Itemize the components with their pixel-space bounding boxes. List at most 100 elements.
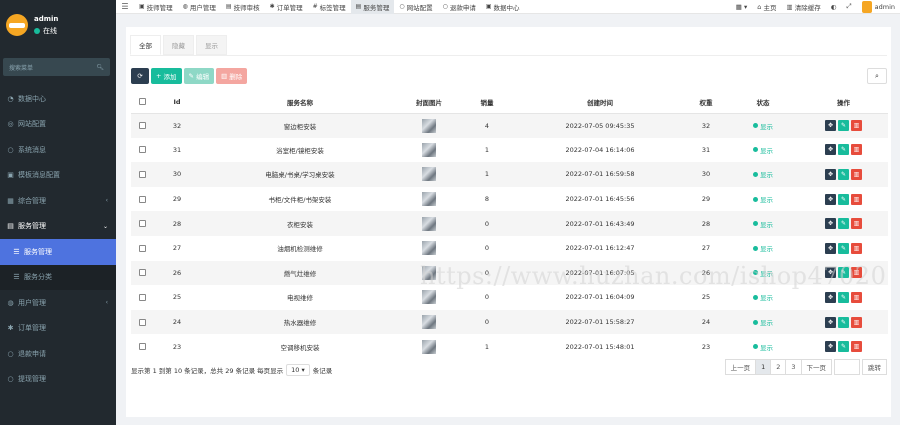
page-3-button[interactable]: 3 bbox=[785, 359, 802, 375]
table-row[interactable]: 31 浴室柜/镜柜安装 1 2022-07-04 16:14:06 31 显示 ✥ ✎ ▥ bbox=[131, 138, 888, 163]
tab-all[interactable]: 全部 bbox=[130, 35, 161, 55]
add-button[interactable]: + 添加 bbox=[151, 68, 182, 84]
sidebar-item-refunds[interactable]: ○ 退款申请 bbox=[0, 341, 116, 367]
jump-page-input[interactable] bbox=[834, 359, 860, 375]
nav-tab-refunds[interactable]: ○ 退款申请 bbox=[438, 0, 481, 14]
row-delete-button[interactable]: ▥ bbox=[851, 193, 862, 205]
nav-tab-site-config[interactable]: ○ 网站配置 bbox=[394, 0, 437, 14]
nav-tab-technician-audit[interactable]: ▤ 技师审核 bbox=[221, 0, 265, 14]
row-edit-button[interactable]: ✎ bbox=[838, 267, 849, 279]
home-link[interactable]: ⌂ 主页 bbox=[752, 2, 781, 12]
status-badge[interactable]: 显示 bbox=[753, 194, 773, 204]
drag-sort-button[interactable]: ✥ bbox=[825, 267, 836, 279]
cover-image[interactable] bbox=[422, 142, 436, 157]
row-delete-button[interactable]: ▥ bbox=[851, 242, 862, 254]
nav-tab-technicians[interactable]: ▣ 技师管理 bbox=[134, 0, 178, 14]
status-badge[interactable]: 显示 bbox=[753, 219, 773, 229]
sidebar-item-template-messages[interactable]: ▣ 模板消息配置 bbox=[0, 163, 116, 189]
row-edit-button[interactable]: ✎ bbox=[838, 341, 849, 353]
more-tabs-dropdown[interactable]: ▦ ▾ bbox=[731, 3, 753, 11]
drag-sort-button[interactable]: ✥ bbox=[825, 193, 836, 205]
nav-tab-orders[interactable]: ✱ 订单管理 bbox=[265, 0, 308, 14]
nav-tab-services[interactable]: ▤ 服务管理 bbox=[350, 0, 395, 14]
page-2-button[interactable]: 2 bbox=[770, 359, 787, 375]
row-delete-button[interactable]: ▥ bbox=[851, 120, 862, 132]
drag-sort-button[interactable]: ✥ bbox=[825, 242, 836, 254]
next-page-button[interactable]: 下一页 bbox=[800, 359, 832, 375]
table-row[interactable]: 32 窗边柜安装 4 2022-07-05 09:45:35 32 显示 ✥ ✎ ▥ bbox=[131, 113, 888, 138]
nav-tab-tags[interactable]: # 标签管理 bbox=[308, 0, 351, 14]
table-row[interactable]: 23 空调移机安装 1 2022-07-01 15:48:01 23 显示 ✥ ✎ ▥ bbox=[131, 334, 888, 359]
toggle-theme-button[interactable]: ◐ bbox=[826, 3, 842, 11]
sidebar-item-withdrawals[interactable]: ○ 提现管理 bbox=[0, 367, 116, 393]
row-edit-button[interactable]: ✎ bbox=[838, 144, 849, 156]
table-row[interactable]: 27 油烟机检测维修 0 2022-07-01 16:12:47 27 显示 ✥ ✎ ▥ bbox=[131, 236, 888, 261]
table-row[interactable]: 28 衣柜安装 0 2022-07-01 16:43:49 28 显示 ✥ ✎ ▥ bbox=[131, 211, 888, 236]
table-row[interactable]: 24 热水器维修 0 2022-07-01 15:58:27 24 显示 ✥ ✎ ▥ bbox=[131, 309, 888, 335]
status-badge[interactable]: 显示 bbox=[753, 243, 773, 253]
drag-sort-button[interactable]: ✥ bbox=[825, 341, 836, 353]
sidebar-item-general[interactable]: ▦ 综合管理 ‹ bbox=[0, 188, 116, 214]
row-delete-button[interactable]: ▥ bbox=[851, 168, 862, 180]
cover-image[interactable] bbox=[422, 265, 436, 280]
drag-sort-button[interactable]: ✥ bbox=[825, 218, 836, 230]
jump-button[interactable]: 跳转 bbox=[862, 359, 887, 375]
page-1-button[interactable]: 1 bbox=[755, 359, 772, 375]
drag-sort-button[interactable]: ✥ bbox=[825, 120, 836, 132]
row-delete-button[interactable]: ▥ bbox=[851, 291, 862, 303]
sidebar-item-dashboard[interactable]: ◔ 数据中心 bbox=[0, 86, 116, 112]
cover-image[interactable] bbox=[422, 192, 436, 207]
row-checkbox[interactable] bbox=[138, 122, 146, 130]
table-search-button[interactable]: ⌕ bbox=[867, 68, 887, 84]
row-checkbox[interactable] bbox=[138, 269, 146, 277]
row-delete-button[interactable]: ▥ bbox=[851, 218, 862, 230]
table-row[interactable]: 25 电视维修 0 2022-07-01 16:04:09 25 显示 ✥ ✎ ▥ bbox=[131, 285, 888, 310]
row-checkbox[interactable] bbox=[138, 170, 146, 178]
drag-sort-button[interactable]: ✥ bbox=[825, 168, 836, 180]
table-row[interactable]: 29 书柜/文件柜/书架安装 8 2022-07-01 16:45:56 29 显示 ✥ ✎ ▥ bbox=[131, 187, 888, 212]
sidebar-item-system-messages[interactable]: ○ 系统消息 bbox=[0, 137, 116, 163]
nav-tab-dashboard[interactable]: ▣ 数据中心 bbox=[481, 0, 525, 14]
row-delete-button[interactable]: ▥ bbox=[851, 144, 862, 156]
row-checkbox[interactable] bbox=[138, 146, 146, 154]
delete-button[interactable]: ▥ 删除 bbox=[216, 68, 248, 84]
nav-tab-users[interactable]: ◍ 用户管理 bbox=[178, 0, 221, 14]
select-all-checkbox[interactable] bbox=[138, 98, 146, 106]
menu-toggle-icon[interactable]: ☰ bbox=[116, 2, 134, 11]
row-edit-button[interactable]: ✎ bbox=[838, 120, 849, 132]
cover-image[interactable] bbox=[422, 118, 436, 133]
row-checkbox[interactable] bbox=[138, 195, 146, 203]
row-edit-button[interactable]: ✎ bbox=[838, 193, 849, 205]
cover-image[interactable] bbox=[422, 315, 436, 330]
row-checkbox[interactable] bbox=[138, 244, 146, 252]
row-checkbox[interactable] bbox=[138, 293, 146, 301]
status-badge[interactable]: 显示 bbox=[753, 342, 773, 352]
drag-sort-button[interactable]: ✥ bbox=[825, 144, 836, 156]
sidebar-item-orders[interactable]: ✱ 订单管理 bbox=[0, 316, 116, 342]
sidebar-subitem-service-category[interactable]: ☰ 服务分类 bbox=[0, 264, 116, 290]
row-edit-button[interactable]: ✎ bbox=[838, 291, 849, 303]
sidebar-item-site-config[interactable]: ◎ 网站配置 bbox=[0, 112, 116, 138]
cover-image[interactable] bbox=[422, 290, 436, 305]
sidebar-search-input[interactable]: 搜索菜单 🔍︎ bbox=[3, 58, 110, 76]
row-checkbox[interactable] bbox=[138, 220, 146, 228]
edit-button[interactable]: ✎ 编辑 bbox=[183, 68, 215, 84]
row-edit-button[interactable]: ✎ bbox=[838, 218, 849, 230]
row-edit-button[interactable]: ✎ bbox=[838, 316, 849, 328]
row-delete-button[interactable]: ▥ bbox=[851, 267, 862, 279]
status-badge[interactable]: 显示 bbox=[753, 121, 773, 131]
cover-image[interactable] bbox=[422, 241, 436, 256]
cover-image[interactable] bbox=[422, 339, 436, 354]
page-size-select[interactable]: 10 ▾ bbox=[286, 364, 310, 376]
status-badge[interactable]: 显示 bbox=[753, 145, 773, 155]
status-badge[interactable]: 显示 bbox=[753, 268, 773, 278]
admin-menu[interactable]: admin bbox=[857, 0, 900, 13]
drag-sort-button[interactable]: ✥ bbox=[825, 291, 836, 303]
row-delete-button[interactable]: ▥ bbox=[851, 341, 862, 353]
avatar[interactable] bbox=[6, 14, 28, 36]
sidebar-item-service-management[interactable]: ▤ 服务管理 ⌄ bbox=[0, 214, 116, 240]
prev-page-button[interactable]: 上一页 bbox=[724, 359, 757, 375]
table-row[interactable]: 26 燃气灶维修 0 2022-07-01 16:07:05 26 显示 ✥ ✎ ▥ bbox=[131, 260, 888, 286]
column-header-id[interactable]: Id bbox=[153, 91, 201, 114]
row-delete-button[interactable]: ▥ bbox=[851, 316, 862, 328]
